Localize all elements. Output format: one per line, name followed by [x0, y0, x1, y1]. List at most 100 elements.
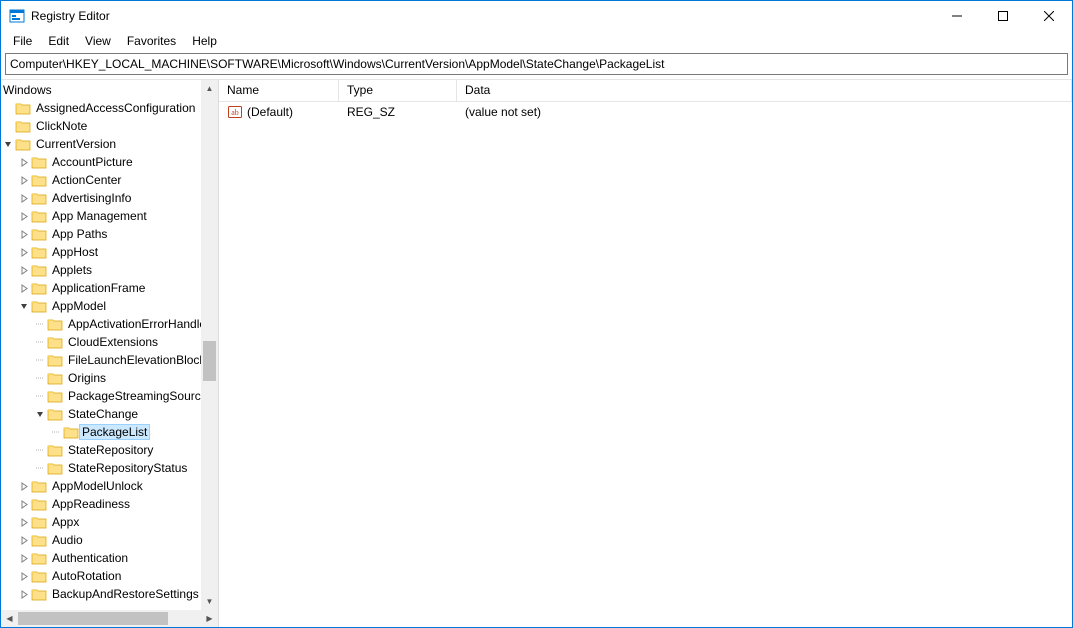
expander-placeholder — [33, 387, 47, 405]
tree-item-staterepository[interactable]: StateRepository — [1, 441, 218, 459]
folder-icon — [47, 371, 63, 385]
address-bar[interactable]: Computer\HKEY_LOCAL_MACHINE\SOFTWARE\Mic… — [5, 53, 1068, 75]
tree-item-app-management[interactable]: App Management — [1, 207, 218, 225]
tree-item-appactivationerrorhandlers[interactable]: AppActivationErrorHandlers — [1, 315, 218, 333]
folder-icon — [47, 353, 63, 367]
tree-item-applicationframe[interactable]: ApplicationFrame — [1, 279, 218, 297]
tree-vertical-scrollbar[interactable]: ▲ ▼ — [201, 80, 218, 610]
chevron-right-icon[interactable] — [17, 194, 31, 203]
chevron-right-icon[interactable] — [17, 266, 31, 275]
folder-icon — [31, 533, 47, 547]
folder-icon — [31, 209, 47, 223]
scroll-thumb[interactable] — [18, 612, 168, 625]
tree-item-label: Authentication — [50, 551, 130, 565]
expander-placeholder — [33, 459, 47, 477]
tree-horizontal-scrollbar[interactable]: ◀ ▶ — [1, 610, 218, 627]
tree-item-label: App Management — [50, 209, 149, 223]
tree-item-apphost[interactable]: AppHost — [1, 243, 218, 261]
folder-icon — [31, 227, 47, 241]
tree-item-audio[interactable]: Audio — [1, 531, 218, 549]
chevron-right-icon[interactable] — [17, 248, 31, 257]
tree-item-currentversion[interactable]: CurrentVersion — [1, 135, 218, 153]
tree-item-label: StateRepository — [66, 443, 155, 457]
tree-item-packagestreamingsources[interactable]: PackageStreamingSources — [1, 387, 218, 405]
chevron-right-icon[interactable] — [17, 482, 31, 491]
tree-item-actioncenter[interactable]: ActionCenter — [1, 171, 218, 189]
tree-item-label: ClickNote — [34, 119, 89, 133]
tree-item-label: Applets — [50, 263, 94, 277]
chevron-down-icon[interactable] — [33, 410, 47, 419]
value-name-cell: ab(Default) — [219, 104, 339, 120]
tree-item-backupandrestoresettings[interactable]: BackupAndRestoreSettings — [1, 585, 218, 603]
tree-item-label: StateRepositoryStatus — [66, 461, 189, 475]
chevron-right-icon[interactable] — [17, 284, 31, 293]
tree[interactable]: WindowsAssignedAccessConfiguration ClickN… — [1, 80, 218, 604]
chevron-right-icon[interactable] — [17, 500, 31, 509]
scroll-right-arrow-icon[interactable]: ▶ — [201, 610, 218, 627]
tree-item-statechange[interactable]: StateChange — [1, 405, 218, 423]
tree-item-cloudextensions[interactable]: CloudExtensions — [1, 333, 218, 351]
values-header: Name Type Data — [219, 80, 1072, 102]
values-list[interactable]: ab(Default)REG_SZ(value not set) — [219, 102, 1072, 627]
tree-item-windows[interactable]: Windows — [1, 81, 218, 99]
tree-item-authentication[interactable]: Authentication — [1, 549, 218, 567]
menu-edit[interactable]: Edit — [40, 32, 77, 50]
tree-item-advertisinginfo[interactable]: AdvertisingInfo — [1, 189, 218, 207]
value-row[interactable]: ab(Default)REG_SZ(value not set) — [219, 102, 1072, 122]
menubar: File Edit View Favorites Help — [1, 31, 1072, 51]
scroll-thumb[interactable] — [203, 341, 216, 381]
tree-item-appx[interactable]: Appx — [1, 513, 218, 531]
tree-item-label: AccountPicture — [50, 155, 135, 169]
tree-item-accountpicture[interactable]: AccountPicture — [1, 153, 218, 171]
folder-icon — [31, 191, 47, 205]
column-header-data[interactable]: Data — [457, 80, 1072, 101]
folder-icon — [31, 569, 47, 583]
chevron-right-icon[interactable] — [17, 536, 31, 545]
tree-item-appreadiness[interactable]: AppReadiness — [1, 495, 218, 513]
column-header-type[interactable]: Type — [339, 80, 457, 101]
tree-item-label: BackupAndRestoreSettings — [50, 587, 201, 601]
chevron-right-icon[interactable] — [17, 554, 31, 563]
menu-file[interactable]: File — [5, 32, 40, 50]
menu-help[interactable]: Help — [184, 32, 225, 50]
maximize-button[interactable] — [980, 1, 1026, 31]
chevron-right-icon[interactable] — [17, 158, 31, 167]
content-area: WindowsAssignedAccessConfiguration ClickN… — [1, 79, 1072, 627]
column-header-name[interactable]: Name — [219, 80, 339, 101]
tree-item-appmodel[interactable]: AppModel — [1, 297, 218, 315]
chevron-right-icon[interactable] — [17, 572, 31, 581]
chevron-right-icon[interactable] — [17, 518, 31, 527]
tree-item-staterepositorystatus[interactable]: StateRepositoryStatus — [1, 459, 218, 477]
scroll-up-arrow-icon[interactable]: ▲ — [201, 80, 218, 97]
chevron-down-icon[interactable] — [1, 140, 15, 149]
menu-view[interactable]: View — [77, 32, 119, 50]
tree-item-app-paths[interactable]: App Paths — [1, 225, 218, 243]
minimize-button[interactable] — [934, 1, 980, 31]
tree-item-assignedaccessconfiguration[interactable]: AssignedAccessConfiguration — [1, 99, 218, 117]
tree-item-filelaunchelevationblocklist[interactable]: FileLaunchElevationBlockList — [1, 351, 218, 369]
scroll-left-arrow-icon[interactable]: ◀ — [1, 610, 18, 627]
tree-item-packagelist[interactable]: PackageList — [1, 423, 218, 441]
chevron-right-icon[interactable] — [17, 230, 31, 239]
chevron-right-icon[interactable] — [17, 590, 31, 599]
tree-item-clicknote[interactable]: ClickNote — [1, 117, 218, 135]
tree-item-appmodelunlock[interactable]: AppModelUnlock — [1, 477, 218, 495]
chevron-right-icon[interactable] — [17, 176, 31, 185]
chevron-down-icon[interactable] — [17, 302, 31, 311]
tree-item-autorotation[interactable]: AutoRotation — [1, 567, 218, 585]
folder-icon — [31, 281, 47, 295]
scroll-track[interactable] — [201, 97, 218, 593]
chevron-right-icon[interactable] — [17, 212, 31, 221]
scroll-down-arrow-icon[interactable]: ▼ — [201, 593, 218, 610]
folder-icon — [31, 263, 47, 277]
folder-icon — [31, 587, 47, 601]
tree-item-label: AppHost — [50, 245, 100, 259]
tree-item-applets[interactable]: Applets — [1, 261, 218, 279]
expander-placeholder — [33, 333, 47, 351]
scroll-track[interactable] — [18, 610, 201, 627]
tree-item-origins[interactable]: Origins — [1, 369, 218, 387]
menu-favorites[interactable]: Favorites — [119, 32, 184, 50]
close-button[interactable] — [1026, 1, 1072, 31]
tree-item-label: StateChange — [66, 407, 140, 421]
tree-item-label: AppActivationErrorHandlers — [66, 317, 218, 331]
